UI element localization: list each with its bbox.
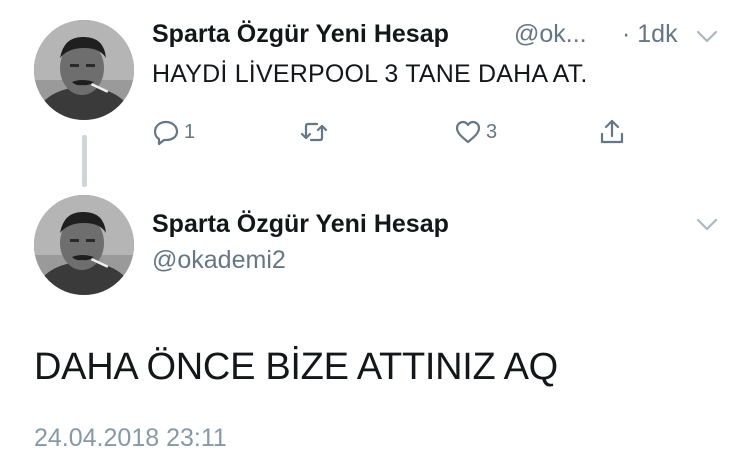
share-icon bbox=[598, 118, 626, 146]
tweet-time[interactable]: · 1dk bbox=[622, 20, 678, 49]
tweet-text: HAYDİ LİVERPOOL 3 TANE DAHA AT. bbox=[152, 60, 588, 88]
display-name[interactable]: Sparta Özgür Yeni Hesap bbox=[152, 20, 449, 49]
thread-line bbox=[82, 135, 87, 187]
avatar[interactable] bbox=[34, 195, 134, 295]
like-button[interactable]: 3 bbox=[454, 114, 497, 150]
tweet-text: DAHA ÖNCE BİZE ATTINIZ AQ bbox=[34, 346, 558, 388]
reply-button[interactable]: 1 bbox=[152, 114, 195, 150]
retweet-button[interactable] bbox=[300, 114, 328, 150]
user-handle[interactable]: @okademi2 bbox=[152, 246, 286, 275]
tweet-actions: 1 3 bbox=[152, 114, 642, 150]
share-button[interactable] bbox=[598, 114, 626, 150]
retweet-icon bbox=[300, 118, 328, 146]
like-count: 3 bbox=[486, 120, 498, 143]
chevron-down-icon[interactable] bbox=[696, 30, 718, 44]
tweet1-header: Sparta Özgür Yeni Hesap @ok... · 1dk bbox=[152, 18, 732, 54]
reply-icon bbox=[152, 118, 180, 146]
reply-count: 1 bbox=[184, 120, 196, 143]
display-name[interactable]: Sparta Özgür Yeni Hesap bbox=[152, 210, 449, 239]
heart-icon bbox=[454, 118, 482, 146]
chevron-down-icon[interactable] bbox=[696, 218, 718, 232]
avatar[interactable] bbox=[34, 20, 134, 120]
tweet-timestamp[interactable]: 24.04.2018 23:11 bbox=[34, 424, 227, 453]
user-handle[interactable]: @ok... bbox=[514, 20, 587, 49]
